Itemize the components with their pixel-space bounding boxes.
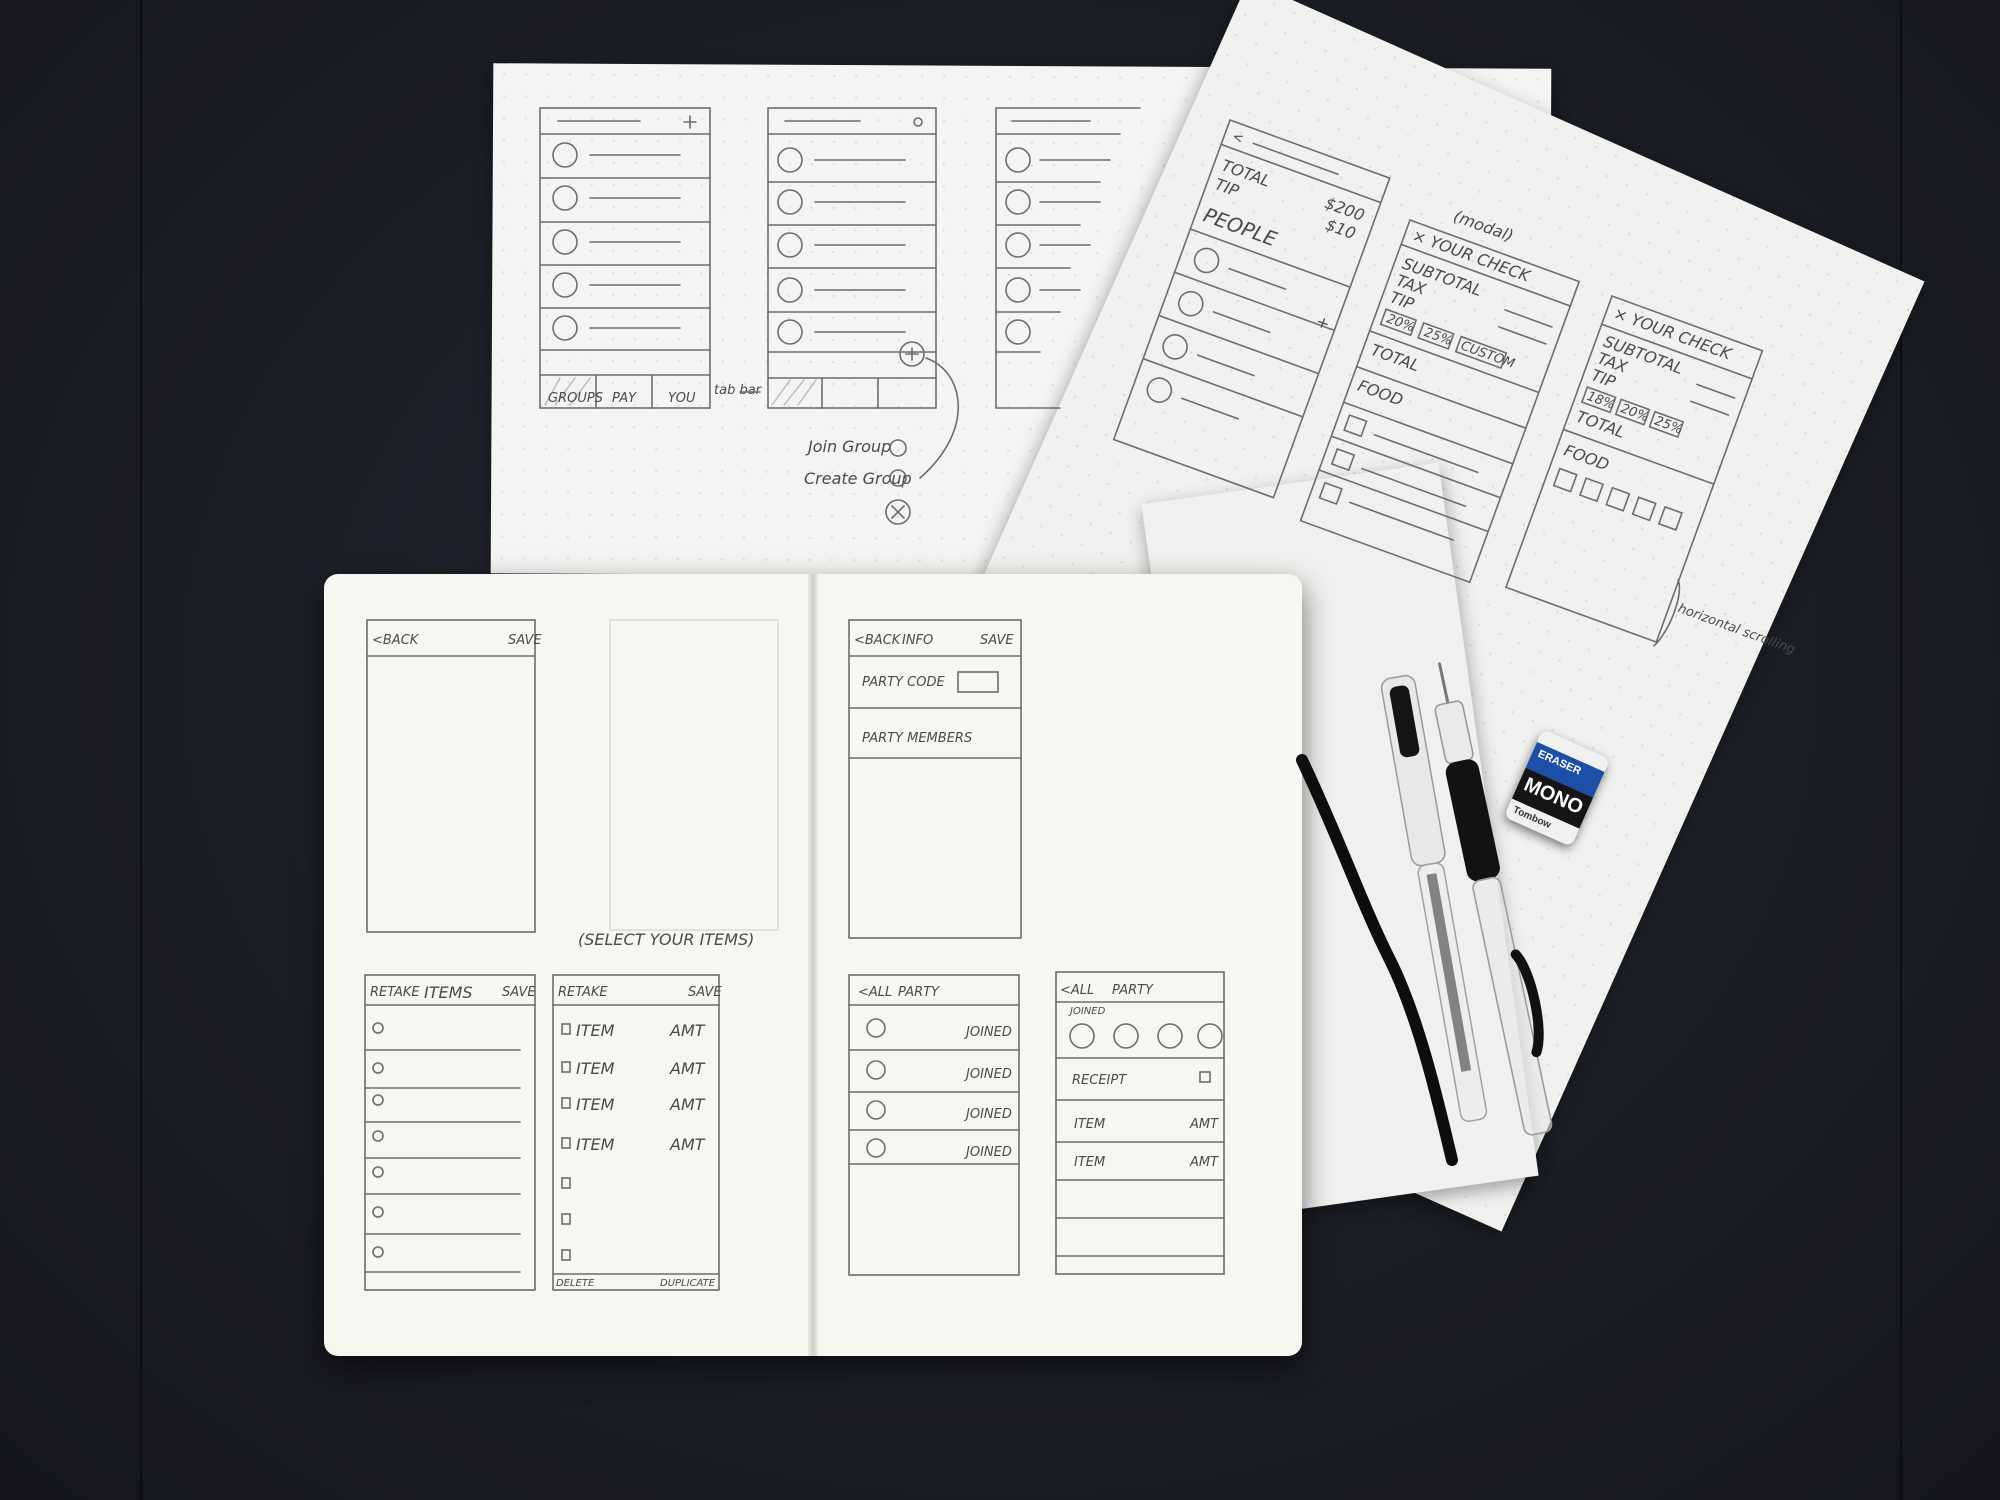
pens-layer [1380,662,1553,1136]
photo-scene: GROUPS PAY YOU tab bar Join Group Create… [0,0,2000,1500]
